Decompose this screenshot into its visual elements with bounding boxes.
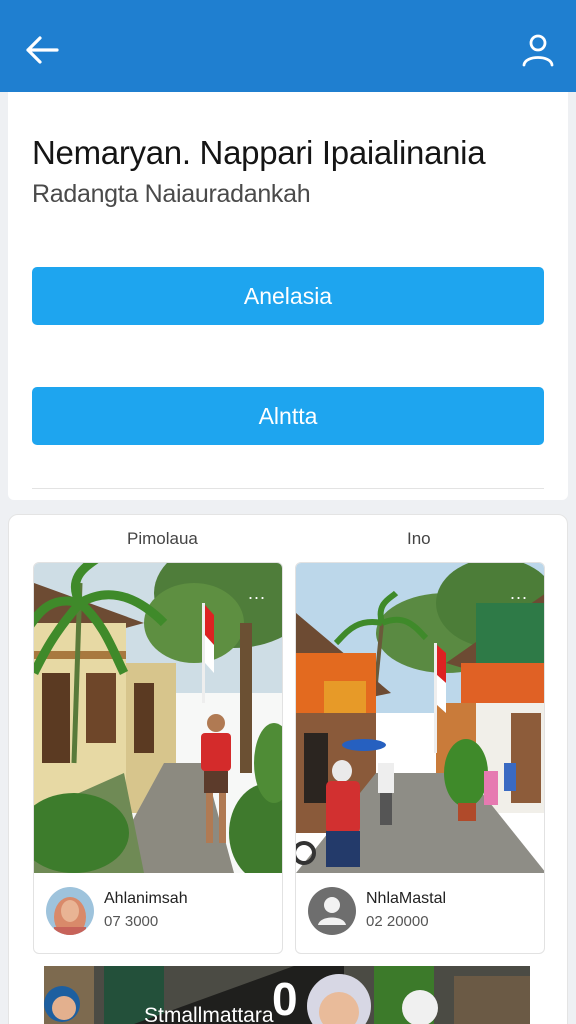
divider xyxy=(32,488,544,489)
next-post-preview[interactable]: Stmallmattara 0 xyxy=(44,966,530,1024)
preview-number: 0 xyxy=(272,973,298,1024)
avatar xyxy=(46,887,94,935)
feed-post[interactable]: ... Ahlanimsah 07 3000 xyxy=(33,562,283,954)
intro-card: Nemaryan. Nappari Ipaialinania Radangta … xyxy=(8,92,568,500)
post-username[interactable]: NhlaMastal xyxy=(366,890,446,908)
post-photo: ... xyxy=(34,563,282,873)
preview-title: Stmallmattara xyxy=(144,1004,274,1024)
profile-button[interactable] xyxy=(514,26,562,74)
page-subtitle: Radangta Naiauradankah xyxy=(32,180,311,208)
more-options-icon[interactable]: ... xyxy=(248,583,266,604)
user-icon xyxy=(522,34,554,67)
post-photo: ... xyxy=(296,563,544,873)
post-count: 02 20000 xyxy=(366,913,429,930)
post-meta: Ahlanimsah 07 3000 xyxy=(34,873,282,953)
arrow-left-icon xyxy=(26,36,59,64)
tab-ino[interactable]: Ino xyxy=(407,529,431,549)
post-count: 07 3000 xyxy=(104,913,159,930)
avatar xyxy=(308,887,356,935)
app-header xyxy=(0,0,576,92)
feed-card: Pimolaua Ino ... Ahlanimsah 07 3000 ... … xyxy=(8,514,568,1024)
page-title: Nemaryan. Nappari Ipaialinania xyxy=(32,134,486,171)
post-username[interactable]: Ahlanimsah xyxy=(104,890,188,908)
back-button[interactable] xyxy=(18,26,66,74)
more-options-icon[interactable]: ... xyxy=(510,583,528,604)
tab-pimolaua[interactable]: Pimolaua xyxy=(127,529,198,549)
post-meta: NhlaMastal 02 20000 xyxy=(296,873,544,953)
feed-post[interactable]: ... NhlaMastal 02 20000 xyxy=(295,562,545,954)
primary-button[interactable]: Anelasia xyxy=(32,267,544,325)
secondary-button[interactable]: Alntta xyxy=(32,387,544,445)
